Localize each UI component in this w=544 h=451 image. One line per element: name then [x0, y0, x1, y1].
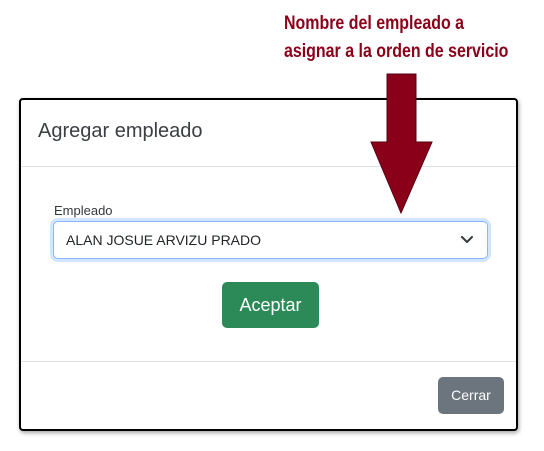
employee-field-label: Empleado: [54, 203, 113, 218]
employee-select[interactable]: ALAN JOSUE ARVIZU PRADO: [53, 221, 488, 259]
close-button[interactable]: Cerrar: [438, 377, 504, 414]
annotation-text: Nombre del empleado a asignar a la orden…: [284, 10, 508, 66]
modal-title: Agregar empleado: [38, 120, 203, 142]
chevron-down-icon: [461, 236, 473, 243]
add-employee-modal: Agregar empleado Empleado ALAN JOSUE ARV…: [19, 98, 518, 431]
modal-header: Agregar empleado: [21, 100, 516, 167]
page: Nombre del empleado a asignar a la orden…: [0, 0, 544, 451]
accept-button[interactable]: Aceptar: [222, 282, 319, 328]
annotation-line-1: Nombre del empleado a: [284, 13, 465, 34]
employee-select-value: ALAN JOSUE ARVIZU PRADO: [66, 232, 262, 248]
annotation-line-2: asignar a la orden de servicio: [284, 41, 509, 62]
